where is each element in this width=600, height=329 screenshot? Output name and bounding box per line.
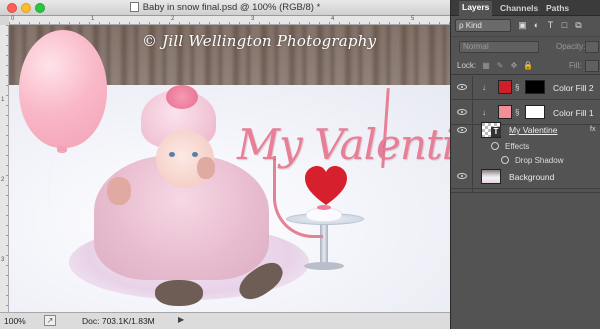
tab-paths[interactable]: Paths: [543, 2, 572, 14]
layer-row-color-fill-1[interactable]: ↓ § Color Fill 1: [451, 100, 600, 125]
layer-name[interactable]: Background: [509, 172, 554, 182]
text-layer-thumbnail[interactable]: T: [481, 122, 501, 138]
document-title: Baby in snow final.psd @ 100% (RGB/8) *: [0, 2, 450, 13]
tab-layers[interactable]: Layers: [459, 1, 493, 16]
layer-mask-thumbnail[interactable]: [525, 80, 545, 94]
ruler-label: 0: [11, 16, 15, 22]
tab-channels[interactable]: Channels: [497, 2, 541, 14]
ruler-label: 3: [1, 257, 5, 263]
layer-filter-row: ρ Kind ▣ ◐ T □ ⧉: [451, 16, 600, 35]
pink-balloon: [19, 30, 107, 148]
baby-eye: [169, 152, 175, 157]
layer-name[interactable]: Color Fill 1: [553, 108, 594, 118]
drop-shadow-eye-icon[interactable]: [501, 156, 509, 164]
clipping-arrow-icon: ↓: [482, 83, 486, 92]
photographer-watermark: © Jill Wellington Photography: [142, 32, 377, 50]
blend-row: Normal Opacity:: [451, 36, 600, 56]
fx-icon[interactable]: fx: [590, 126, 595, 133]
effects-header[interactable]: Effects: [473, 139, 600, 154]
ruler-label: 3: [251, 16, 255, 22]
eye-icon: [457, 127, 467, 133]
lock-all-icon[interactable]: 🔒: [523, 61, 533, 71]
ruler-label: 4: [331, 16, 335, 22]
blend-mode-select[interactable]: Normal: [459, 41, 539, 53]
lock-position-icon[interactable]: ✥: [509, 61, 519, 71]
layers-panel: Layers Channels Paths ρ Kind ▣ ◐ T □ ⧉ N…: [450, 0, 600, 329]
image-filter-icon[interactable]: ▣: [517, 20, 528, 31]
baby-eye: [192, 152, 198, 157]
layer-mask-thumbnail[interactable]: [525, 105, 545, 119]
heart-icon: [305, 166, 347, 205]
layer-row-background[interactable]: Background: [451, 165, 600, 189]
document-title-text: Baby in snow final.psd @ 100% (RGB/8) *: [142, 2, 321, 13]
layer-visibility-toggle[interactable]: [451, 165, 473, 188]
ruler-label: 2: [171, 16, 175, 22]
baby-mitten: [107, 177, 131, 205]
opacity-field[interactable]: [585, 41, 599, 53]
effects-eye-icon[interactable]: [491, 142, 499, 150]
status-menu-arrow-icon[interactable]: ▶: [178, 315, 184, 324]
filter-kind-select[interactable]: ρ Kind: [455, 19, 511, 32]
link-chain-icon[interactable]: §: [515, 108, 519, 117]
share-export-icon[interactable]: ↗: [44, 315, 56, 326]
fill-color-swatch[interactable]: [498, 80, 512, 94]
lock-label: Lock:: [457, 61, 477, 70]
ruler-label: 2: [1, 177, 5, 183]
document-icon: [129, 2, 139, 12]
layer-row-color-fill-2[interactable]: ↓ § Color Fill 2: [451, 76, 600, 100]
ruler-label: 1: [1, 97, 5, 103]
baby-boot: [155, 280, 203, 306]
ruler-origin[interactable]: [0, 16, 9, 25]
hat-flower: [166, 85, 198, 109]
drop-shadow-label: Drop Shadow: [515, 156, 564, 165]
eye-icon: [457, 109, 467, 115]
layer-name[interactable]: My Valentine: [509, 125, 558, 135]
my-valentine-headline: My Valentine: [237, 120, 450, 169]
fill-field[interactable]: [585, 60, 599, 72]
baby-hand: [197, 157, 215, 179]
fill-label: Fill:: [569, 61, 582, 70]
document-window: Baby in snow final.psd @ 100% (RGB/8) * …: [0, 0, 450, 329]
balloon-string: [49, 151, 89, 206]
effects-label: Effects: [505, 142, 530, 151]
ruler-label: 5: [411, 16, 415, 22]
vertical-ruler[interactable]: 1 2 3: [0, 25, 9, 312]
clipping-arrow-icon: ↓: [482, 108, 486, 117]
shape-filter-icon[interactable]: □: [559, 20, 570, 31]
fill-color-swatch[interactable]: [498, 105, 512, 119]
zoom-level-field[interactable]: 100%: [4, 316, 34, 326]
eye-icon: [457, 84, 467, 90]
panel-tab-bar: Layers Channels Paths: [451, 0, 600, 16]
document-size-info: Doc: 703.1K/1.83M: [82, 316, 155, 326]
ruler-label: 1: [91, 16, 95, 22]
link-chain-icon[interactable]: §: [515, 83, 519, 92]
document-titlebar[interactable]: Baby in snow final.psd @ 100% (RGB/8) *: [0, 0, 450, 16]
layer-visibility-toggle[interactable]: [451, 100, 473, 124]
lock-row: Lock: ▦ ✎ ✥ 🔒 Fill:: [451, 57, 600, 75]
adjustment-filter-icon[interactable]: ◐: [531, 20, 542, 31]
horizontal-ruler[interactable]: 0 1 2 3 4 5: [9, 16, 450, 25]
background-thumbnail[interactable]: [481, 169, 501, 184]
cake-stand-base: [304, 262, 344, 270]
type-filter-icon[interactable]: T: [545, 20, 556, 31]
smart-object-filter-icon[interactable]: ⧉: [573, 20, 584, 31]
image-canvas[interactable]: © Jill Wellington Photography My Valenti…: [9, 25, 450, 312]
status-bar: 100% ↗ Doc: 703.1K/1.83M ▶: [0, 312, 450, 329]
layer-visibility-toggle[interactable]: [451, 76, 473, 99]
lock-image-icon[interactable]: ✎: [495, 61, 505, 71]
layer-name[interactable]: Color Fill 2: [553, 83, 594, 93]
type-icon: T: [491, 127, 501, 137]
lock-transparent-icon[interactable]: ▦: [481, 61, 491, 71]
opacity-label: Opacity:: [556, 42, 586, 51]
eye-icon: [457, 173, 467, 179]
